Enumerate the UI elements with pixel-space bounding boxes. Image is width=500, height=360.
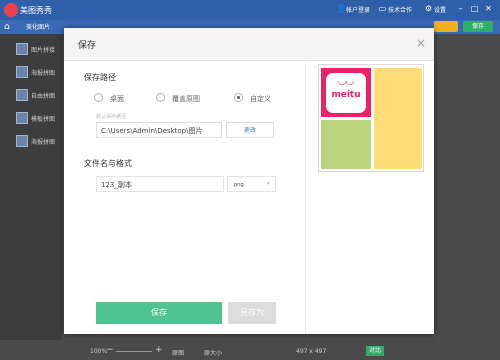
divider bbox=[305, 61, 306, 334]
radio-custom-label: 自定义 bbox=[250, 95, 271, 103]
meitu-logo-text: meitu bbox=[331, 90, 361, 100]
save-path-field[interactable]: C:\Users\Admin\Desktop\图片 bbox=[96, 122, 222, 138]
radio-overwrite-label: 覆盖原图 bbox=[172, 95, 200, 103]
fit-button[interactable]: 原图 bbox=[172, 348, 184, 357]
zoom-level: 100% bbox=[90, 348, 108, 355]
template-icon bbox=[16, 66, 28, 78]
radio-overwrite[interactable] bbox=[156, 93, 165, 102]
zoom-slider[interactable] bbox=[116, 351, 152, 352]
maximize-icon[interactable]: □ bbox=[470, 4, 479, 13]
monitor-icon[interactable]: ▭ bbox=[378, 4, 387, 13]
chevron-down-icon: ▾ bbox=[267, 181, 270, 187]
preview-tile-green bbox=[321, 120, 371, 169]
save-button[interactable]: 保存 bbox=[96, 302, 222, 324]
minimize-icon[interactable]: – bbox=[456, 4, 465, 13]
actual-size-button[interactable]: 原大小 bbox=[204, 348, 222, 357]
tab-beautify[interactable]: 美化图片 bbox=[20, 22, 56, 34]
filename-field[interactable]: 123_副本 bbox=[96, 176, 224, 192]
path-section-label: 保存路径 bbox=[84, 73, 116, 82]
dialog-title: 保存 bbox=[78, 41, 97, 51]
template-icon bbox=[16, 112, 28, 124]
close-window-icon[interactable]: ✕ bbox=[484, 4, 493, 13]
sidebar-item-3[interactable]: 模板拼图 bbox=[4, 109, 60, 127]
user-icon[interactable]: 👤 bbox=[336, 4, 346, 13]
name-section-label: 文件名与格式 bbox=[84, 159, 132, 168]
sidebar-item-4[interactable]: 海报拼图 bbox=[4, 132, 60, 150]
save-as-button[interactable]: 另存为 bbox=[228, 302, 276, 324]
radio-desktop-label: 桌面 bbox=[110, 95, 124, 103]
template-icon bbox=[16, 89, 28, 101]
radio-custom[interactable] bbox=[234, 93, 243, 102]
zoom-in-icon[interactable]: + bbox=[155, 345, 163, 355]
dialog-header bbox=[64, 28, 434, 61]
close-icon[interactable]: × bbox=[414, 36, 428, 50]
account-login-link[interactable]: 帐户登录 bbox=[346, 5, 370, 14]
open-button[interactable] bbox=[434, 21, 458, 32]
app-title: 美图秀秀 bbox=[20, 6, 52, 15]
change-path-button[interactable]: 更改 bbox=[226, 122, 274, 138]
toolbar-save-button[interactable]: 保存 bbox=[463, 21, 493, 32]
sidebar-item-1[interactable]: 海报拼图 bbox=[4, 63, 60, 81]
preview-tile-yellow bbox=[374, 68, 422, 169]
settings-link[interactable]: 设置 bbox=[434, 5, 446, 14]
path-hint: 默认保存路径 bbox=[96, 114, 127, 120]
template-icon bbox=[16, 135, 28, 147]
cooperation-link[interactable]: 技术合作 bbox=[388, 5, 412, 14]
sidebar-item-2[interactable]: 自由拼图 bbox=[4, 86, 60, 104]
home-icon[interactable]: ⌂ bbox=[4, 22, 14, 32]
status-bar bbox=[62, 340, 500, 360]
template-icon bbox=[16, 43, 28, 55]
meitu-smile-icon: ◡◡ bbox=[338, 76, 354, 87]
save-dialog: 保存 × 保存路径 桌面 覆盖原图 自定义 默认保存路径 C:\Users\Ad… bbox=[64, 28, 434, 334]
radio-desktop[interactable] bbox=[94, 93, 103, 102]
compare-button[interactable]: 对比 bbox=[366, 346, 384, 356]
app-logo-icon bbox=[4, 3, 18, 17]
zoom-out-icon[interactable]: − bbox=[106, 345, 114, 355]
gear-icon[interactable]: ⚙ bbox=[424, 4, 433, 13]
image-size: 497 x 497 bbox=[296, 348, 327, 355]
sidebar-item-0[interactable]: 图片拼接 bbox=[4, 40, 60, 58]
